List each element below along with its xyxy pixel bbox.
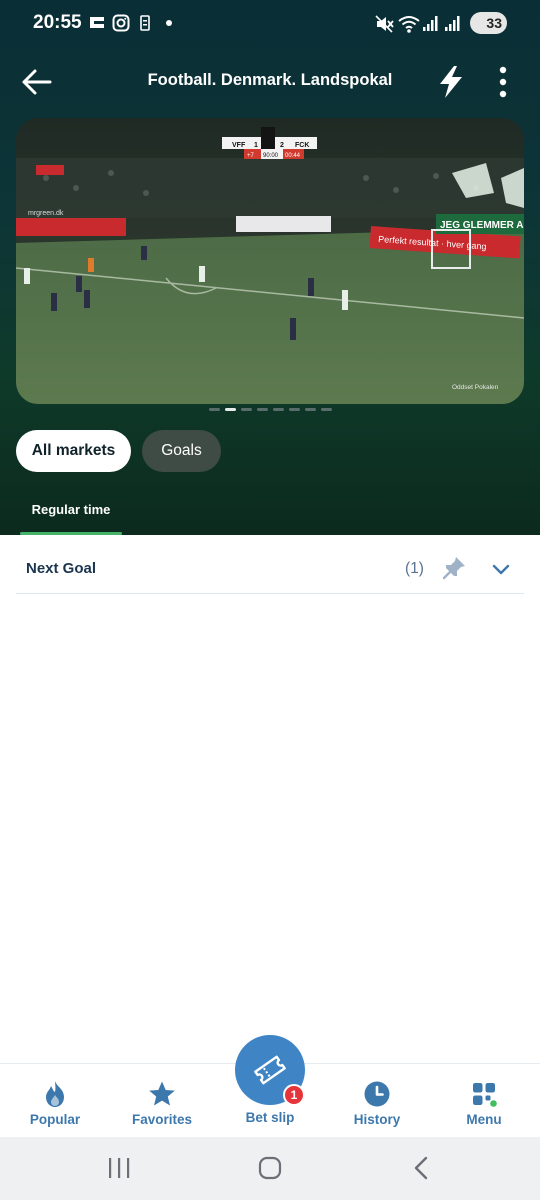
page-title: Football. Denmark. Landspokal — [147, 71, 393, 89]
status-time: 20:55 — [33, 12, 82, 33]
chip-all-markets[interactable]: All markets — [16, 430, 131, 472]
added-time: +7 — [247, 153, 255, 159]
tab-regular-time-label: Regular time — [31, 502, 111, 517]
nav-history[interactable]: History — [345, 1064, 409, 1138]
nav-menu[interactable]: Menu — [459, 1064, 509, 1138]
ad-board-jeg: JEG GLEMMER ALD — [440, 220, 524, 231]
dot-icon — [166, 20, 172, 26]
signal-icon — [445, 16, 460, 31]
carousel-dot-active[interactable] — [224, 408, 236, 411]
sim-icon — [140, 15, 150, 31]
nav-label: Menu — [466, 1112, 502, 1127]
wifi-icon — [398, 16, 420, 33]
stream-watermark: Oddset Pokalen — [452, 384, 499, 391]
system-nav-bar — [0, 1137, 540, 1200]
back-nav-icon[interactable] — [410, 1155, 432, 1181]
chip-goals[interactable]: Goals — [142, 430, 221, 472]
signal-icon — [423, 16, 438, 31]
clock-icon — [362, 1079, 392, 1109]
more-vertical-icon[interactable] — [492, 64, 514, 100]
gallery-icon — [90, 17, 104, 28]
market-name: Next Goal — [26, 560, 97, 577]
nav-favorites[interactable]: Favorites — [129, 1064, 195, 1138]
match-clock: 90:00 — [263, 153, 279, 159]
grid-icon — [469, 1079, 499, 1109]
recent-apps-icon[interactable] — [106, 1157, 132, 1179]
carousel-dot[interactable] — [240, 408, 252, 411]
pin-icon[interactable] — [441, 555, 467, 581]
carousel-dots — [0, 408, 540, 414]
battery-level: 33 — [486, 15, 502, 31]
nav-label-bet-slip[interactable]: Bet slip — [230, 1110, 310, 1125]
battery-icon: 33 — [470, 12, 507, 34]
home-team: VFF — [232, 142, 246, 149]
nav-label: History — [353, 1112, 401, 1127]
away-score: 2 — [280, 142, 284, 149]
carousel-dot[interactable] — [256, 408, 268, 411]
carousel-dot[interactable] — [320, 408, 332, 411]
ticket-icon — [254, 1055, 286, 1085]
ad-board-mrgreen: mrgreen.dk — [28, 210, 64, 217]
home-icon[interactable] — [257, 1155, 283, 1181]
back-button[interactable] — [20, 66, 54, 98]
tab-underline — [20, 532, 122, 535]
live-video-stream[interactable]: VFF 1 2 FCK +7 90:00 00:44 mrgreen.dk Pe… — [16, 118, 524, 404]
match-hero: 20:55 33 Football. Denmark. Landspokal V… — [0, 0, 540, 535]
lightning-button[interactable] — [436, 64, 466, 100]
carousel-dot[interactable] — [288, 408, 300, 411]
bet-slip-badge: 1 — [283, 1084, 305, 1106]
mute-icon — [375, 15, 394, 33]
stream-frame: VFF 1 2 FCK +7 90:00 00:44 mrgreen.dk Pe… — [16, 118, 524, 404]
chevron-down-icon[interactable] — [490, 558, 512, 580]
nav-label: Favorites — [131, 1112, 193, 1127]
market-row-next-goal[interactable]: Next Goal (1) — [16, 545, 524, 594]
instagram-icon — [112, 14, 130, 32]
away-team: FCK — [295, 142, 309, 149]
carousel-dot[interactable] — [272, 408, 284, 411]
home-score: 1 — [254, 142, 258, 149]
extra-clock: 00:44 — [285, 153, 301, 159]
star-icon — [147, 1079, 177, 1109]
status-bar: 20:55 33 — [0, 0, 540, 48]
nav-popular[interactable]: Popular — [25, 1064, 85, 1138]
top-app-bar: Football. Denmark. Landspokal — [0, 52, 540, 112]
market-count: (1) — [405, 560, 424, 577]
nav-label: Popular — [29, 1112, 81, 1127]
carousel-dot[interactable] — [304, 408, 316, 411]
carousel-dot[interactable] — [208, 408, 220, 411]
tab-regular-time[interactable]: Regular time — [20, 490, 122, 535]
flame-icon — [40, 1079, 70, 1109]
